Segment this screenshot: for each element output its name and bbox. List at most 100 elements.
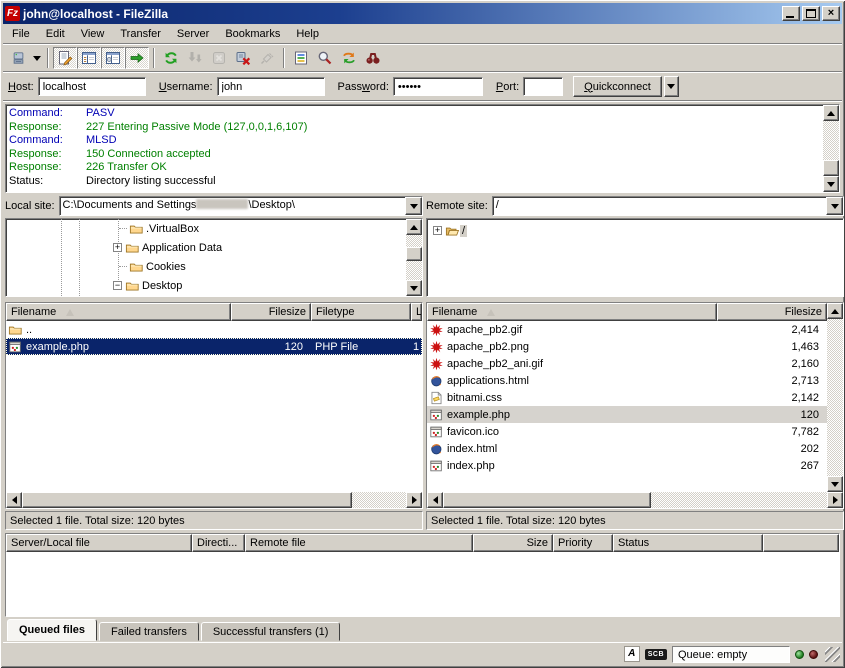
file-row[interactable]: apache_pb2.gif2,414 (427, 321, 827, 338)
port-input[interactable] (523, 77, 563, 96)
column-header-filename[interactable]: Filename (6, 303, 231, 321)
ascii-datatype-icon[interactable]: A (624, 646, 640, 662)
scroll-up-button[interactable] (827, 303, 843, 319)
php-file-icon (429, 459, 444, 473)
local-site-combobox[interactable]: C:\Documents and Settings\Desktop\ (59, 196, 423, 216)
scroll-up-button[interactable] (823, 105, 839, 121)
scb-indicator-icon[interactable]: SCB (645, 649, 667, 660)
local-list-body: .. example.php 120 PHP File 1 (6, 321, 422, 492)
menu-file[interactable]: File (4, 26, 38, 42)
tab-successful-transfers[interactable]: Successful transfers (1) (201, 622, 341, 641)
file-row[interactable]: index.php267 (427, 457, 827, 474)
file-row-example-php[interactable]: example.php 120 PHP File 1 (6, 338, 422, 355)
remote-list-hscrollbar[interactable] (427, 492, 843, 508)
remote-site-combobox[interactable]: / (492, 196, 844, 216)
expand-icon[interactable]: + (113, 243, 122, 252)
scroll-thumb[interactable] (406, 247, 422, 261)
file-row[interactable]: favicon.ico7,782 (427, 423, 827, 440)
scroll-thumb[interactable] (823, 160, 839, 176)
file-row[interactable]: apache_pb2.png1,463 (427, 338, 827, 355)
toggle-transfer-queue-button[interactable] (125, 47, 149, 69)
scroll-thumb[interactable] (22, 492, 352, 508)
column-header-filename[interactable]: Filename (427, 303, 717, 321)
column-header-status[interactable]: Status (613, 534, 763, 552)
menu-transfer[interactable]: Transfer (112, 26, 169, 42)
column-header-direction[interactable]: Directi... (192, 534, 245, 552)
quickconnect-dropdown[interactable] (664, 76, 679, 97)
file-row[interactable]: applications.html2,713 (427, 372, 827, 389)
password-input[interactable] (393, 77, 483, 96)
collapse-icon[interactable]: − (113, 281, 122, 290)
find-files-button[interactable] (361, 47, 385, 69)
scroll-down-button[interactable] (827, 476, 843, 492)
cancel-operation-button[interactable] (207, 47, 231, 69)
menu-edit[interactable]: Edit (38, 26, 73, 42)
host-input[interactable] (38, 77, 146, 96)
tree-item-virtualbox[interactable]: .VirtualBox (119, 219, 201, 238)
local-site-dropdown[interactable] (405, 197, 422, 215)
column-header-remote-file[interactable]: Remote file (245, 534, 473, 552)
file-row[interactable]: index.html202 (427, 440, 827, 457)
tab-queued-files[interactable]: Queued files (7, 619, 97, 641)
disconnect-button[interactable] (231, 47, 255, 69)
column-header-size[interactable]: Size (473, 534, 553, 552)
toggle-message-log-button[interactable] (53, 47, 77, 69)
file-row[interactable]: bitnami.css2,142 (427, 389, 827, 406)
file-row[interactable]: apache_pb2_ani.gif2,160 (427, 355, 827, 372)
remote-list-header: Filename Filesize (427, 303, 827, 321)
minimize-button[interactable] (782, 6, 800, 21)
reconnect-icon (259, 50, 275, 66)
maximize-button[interactable] (802, 6, 820, 21)
transfer-queue: Server/Local file Directi... Remote file… (5, 533, 840, 617)
toggle-local-tree-button[interactable] (77, 47, 101, 69)
remote-site-dropdown[interactable] (826, 197, 843, 215)
log-scrollbar[interactable] (823, 105, 839, 192)
directory-listing-filters-button[interactable] (289, 47, 313, 69)
synchronized-browsing-button[interactable] (337, 47, 361, 69)
menu-server[interactable]: Server (169, 26, 217, 42)
menu-bookmarks[interactable]: Bookmarks (217, 26, 288, 42)
column-header-lastmodified[interactable]: L (411, 303, 422, 321)
remote-list-scrollbar[interactable] (827, 303, 843, 492)
menu-help[interactable]: Help (288, 26, 327, 42)
file-row-example-php[interactable]: example.php120 (427, 406, 827, 423)
tree-item-cookies[interactable]: Cookies (119, 257, 188, 276)
column-header-priority[interactable]: Priority (553, 534, 613, 552)
scroll-right-button[interactable] (406, 492, 422, 508)
column-header-server-local-file[interactable]: Server/Local file (6, 534, 192, 552)
username-input[interactable] (217, 77, 325, 96)
site-manager-dropdown[interactable] (30, 47, 43, 69)
scroll-left-button[interactable] (6, 492, 22, 508)
scroll-right-button[interactable] (827, 492, 843, 508)
process-queue-button[interactable] (183, 47, 207, 69)
scroll-left-button[interactable] (427, 492, 443, 508)
chevron-down-icon (33, 56, 41, 61)
column-header-filesize[interactable]: Filesize (717, 303, 827, 321)
local-list-hscrollbar[interactable] (6, 492, 422, 508)
scroll-thumb[interactable] (443, 492, 651, 508)
quickconnect-button[interactable]: Quickconnect (573, 76, 662, 97)
app-icon[interactable]: Fz (5, 6, 20, 21)
close-button[interactable]: × (822, 6, 840, 21)
tree-item-application-data[interactable]: + Application Data (113, 238, 224, 257)
file-row-parent[interactable]: .. (6, 321, 422, 338)
directory-comparison-button[interactable] (313, 47, 337, 69)
tab-failed-transfers[interactable]: Failed transfers (99, 622, 199, 641)
expand-icon[interactable]: + (433, 226, 442, 235)
toggle-remote-tree-button[interactable] (101, 47, 125, 69)
scroll-up-button[interactable] (406, 219, 422, 235)
column-header-filetype[interactable]: Filetype (311, 303, 411, 321)
scroll-down-button[interactable] (823, 176, 839, 192)
menu-view[interactable]: View (73, 26, 113, 42)
reconnect-button[interactable] (255, 47, 279, 69)
column-header-filesize[interactable]: Filesize (231, 303, 311, 321)
log-line: Status:Directory listing successful (9, 175, 822, 189)
resize-grip[interactable] (825, 647, 840, 662)
site-manager-button[interactable] (6, 47, 30, 69)
refresh-button[interactable] (159, 47, 183, 69)
tree-item-desktop[interactable]: − Desktop (113, 276, 184, 295)
scroll-down-button[interactable] (406, 280, 422, 296)
remote-directory-tree: + / (426, 218, 844, 297)
tree-item-root[interactable]: + / (433, 221, 467, 240)
local-tree-scrollbar[interactable] (406, 219, 422, 296)
